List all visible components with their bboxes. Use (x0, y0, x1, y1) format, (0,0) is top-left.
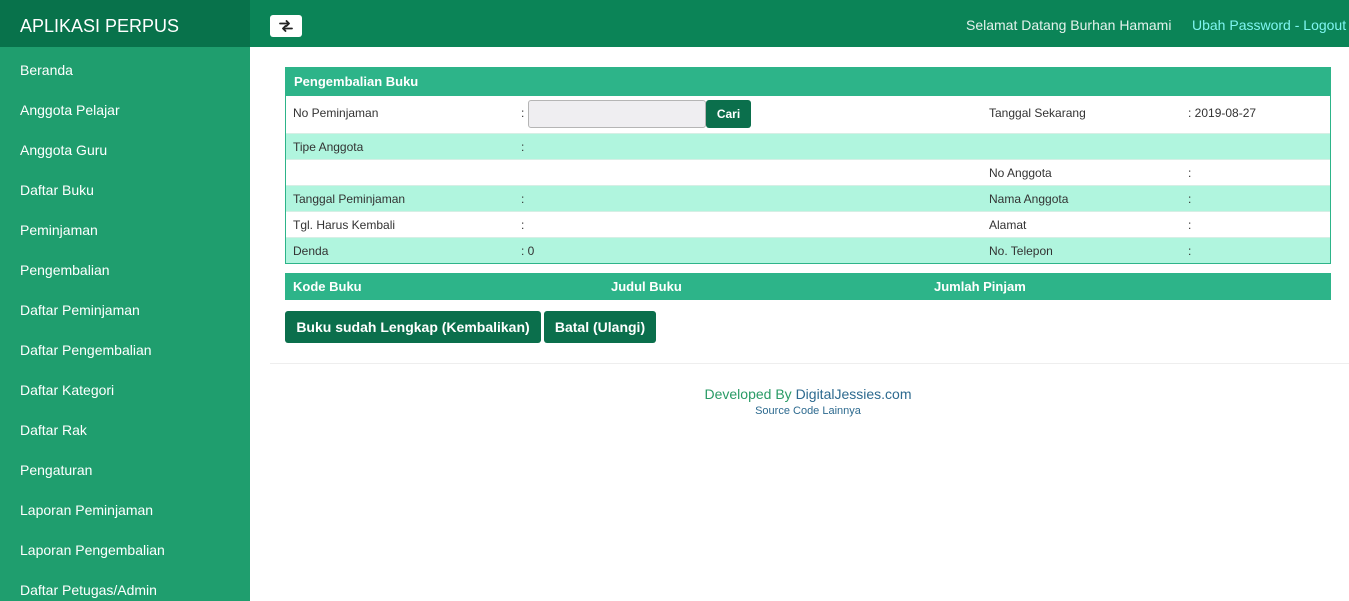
sidebar-item-anggota-guru[interactable]: Anggota Guru (0, 127, 250, 167)
loan-number-input[interactable] (528, 100, 706, 128)
due-date-colon: : (521, 218, 525, 232)
sidebar-item-daftar-rak[interactable]: Daftar Rak (0, 407, 250, 447)
sidebar-menu: Beranda Anggota Pelajar Anggota Guru Daf… (0, 47, 250, 601)
welcome-text: Selamat Datang Burhan Hamami (966, 17, 1172, 33)
form-row-loan-number: No Peminjaman : Cari Tanggal Sekarang : … (286, 96, 1330, 133)
user-links: Ubah Password - Logout (1192, 17, 1346, 33)
member-name-label: Nama Anggota (989, 192, 1069, 206)
content-divider (270, 363, 1349, 364)
sidebar-item-daftar-buku[interactable]: Daftar Buku (0, 167, 250, 207)
fine-label: Denda (293, 244, 329, 258)
loan-date-colon: : (521, 192, 525, 206)
form-row-fine: Denda : 0 No. Telepon : (286, 237, 1330, 263)
sidebar-item-daftar-peminjaman[interactable]: Daftar Peminjaman (0, 287, 250, 327)
sidebar-item-daftar-petugas[interactable]: Daftar Petugas/Admin (0, 567, 250, 601)
column-header-book-title: Judul Buku (611, 279, 682, 294)
fine-value: : 0 (521, 244, 535, 258)
top-navbar: APLIKASI PERPUS Selamat Datang Burhan Ha… (0, 0, 1349, 47)
member-no-label: No Anggota (989, 166, 1052, 180)
app-title[interactable]: APLIKASI PERPUS (0, 0, 250, 47)
phone-label: No. Telepon (989, 244, 1053, 258)
books-table-header: Kode Buku Judul Buku Jumlah Pinjam (285, 273, 1331, 300)
member-name-colon: : (1188, 192, 1192, 206)
loan-number-colon: : (521, 106, 525, 120)
logout-link[interactable]: Logout (1303, 17, 1346, 33)
sidebar-item-beranda[interactable]: Beranda (0, 47, 250, 87)
form-row-member-type: Tipe Anggota : (286, 133, 1330, 159)
due-date-label: Tgl. Harus Kembali (293, 218, 396, 232)
developer-link[interactable]: DigitalJessies.com (796, 386, 912, 402)
return-form-panel: Pengembalian Buku No Peminjaman : Cari T… (285, 67, 1331, 264)
column-header-loan-quantity: Jumlah Pinjam (934, 279, 1026, 294)
address-colon: : (1188, 218, 1192, 232)
current-date-label: Tanggal Sekarang (989, 106, 1086, 120)
footer: Developed By DigitalJessies.com Source C… (270, 386, 1346, 417)
column-header-book-code: Kode Buku (293, 279, 362, 294)
link-separator: - (1290, 17, 1304, 33)
current-date-value: : 2019-08-27 (1188, 106, 1257, 120)
member-type-label: Tipe Anggota (293, 140, 364, 154)
source-code-link[interactable]: Source Code Lainnya (270, 405, 1346, 417)
sidebar-item-pengembalian[interactable]: Pengembalian (0, 247, 250, 287)
change-password-link[interactable]: Ubah Password (1192, 17, 1291, 33)
footer-credit: Developed By DigitalJessies.com (270, 386, 1346, 402)
sidebar: Beranda Anggota Pelajar Anggota Guru Daf… (0, 47, 250, 601)
member-no-colon: : (1188, 166, 1192, 180)
form-row-due-date: Tgl. Harus Kembali : Alamat : (286, 211, 1330, 237)
return-books-button[interactable]: Buku sudah Lengkap (Kembalikan) (285, 311, 541, 343)
panel-title: Pengembalian Buku (286, 68, 1330, 96)
address-label: Alamat (989, 218, 1027, 232)
main-content: Pengembalian Buku No Peminjaman : Cari T… (250, 47, 1349, 601)
swap-arrows-icon (279, 20, 293, 32)
sidebar-item-laporan-pengembalian[interactable]: Laporan Pengembalian (0, 527, 250, 567)
search-button[interactable]: Cari (706, 100, 751, 128)
member-type-colon: : (521, 140, 525, 154)
loan-number-label: No Peminjaman (293, 106, 379, 120)
form-row-member-no: No Anggota : (286, 159, 1330, 185)
sidebar-item-peminjaman[interactable]: Peminjaman (0, 207, 250, 247)
loan-date-label: Tanggal Peminjaman (293, 192, 406, 206)
cancel-button[interactable]: Batal (Ulangi) (544, 311, 656, 343)
sidebar-item-daftar-pengembalian[interactable]: Daftar Pengembalian (0, 327, 250, 367)
sidebar-toggle-button[interactable] (270, 15, 302, 37)
sidebar-item-pengaturan[interactable]: Pengaturan (0, 447, 250, 487)
sidebar-item-laporan-peminjaman[interactable]: Laporan Peminjaman (0, 487, 250, 527)
sidebar-item-anggota-pelajar[interactable]: Anggota Pelajar (0, 87, 250, 127)
developed-by-text: Developed By (704, 386, 796, 402)
form-row-loan-date: Tanggal Peminjaman : Nama Anggota : (286, 185, 1330, 211)
sidebar-item-daftar-kategori[interactable]: Daftar Kategori (0, 367, 250, 407)
phone-colon: : (1188, 244, 1192, 258)
